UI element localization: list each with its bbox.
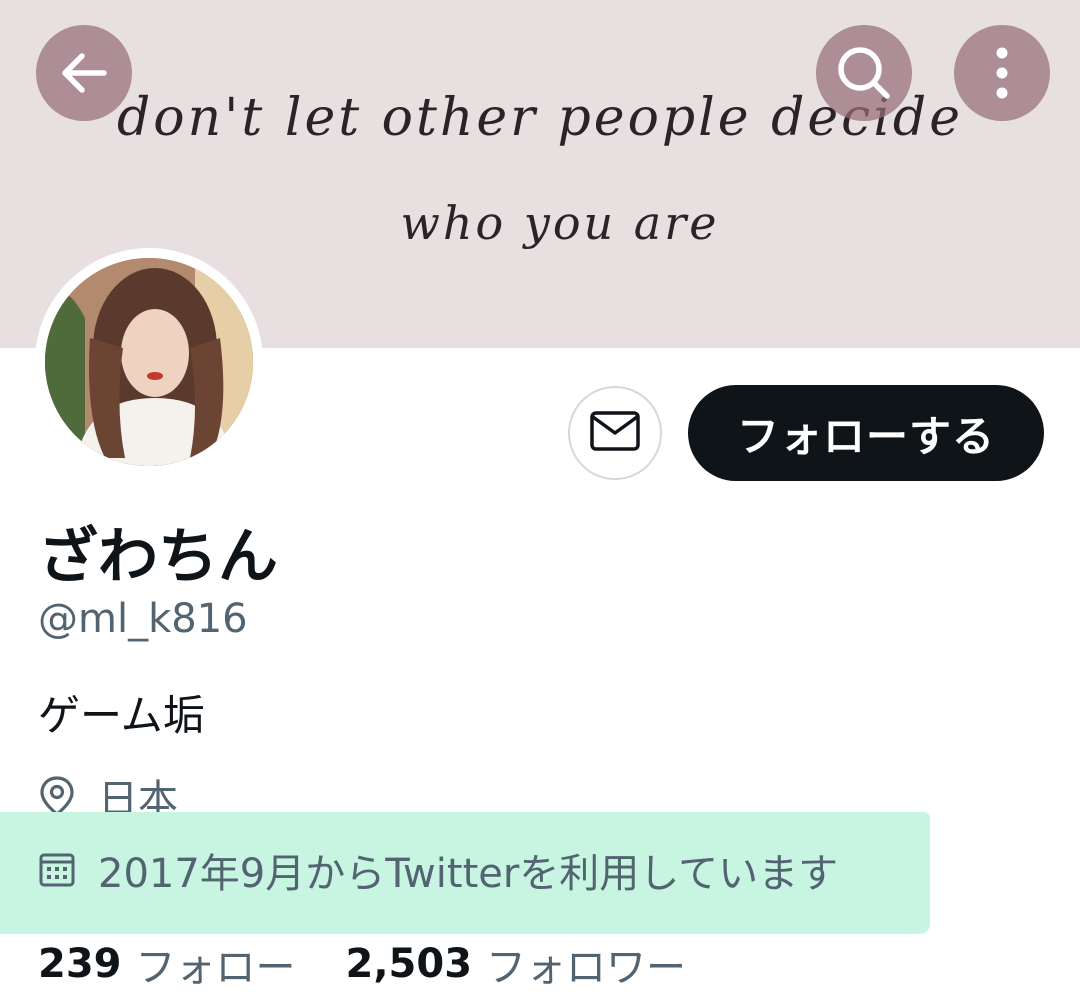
display-name: ざわちん <box>38 522 278 592</box>
follow-stats: 239 フォロー 2,503 フォロワー <box>38 936 686 992</box>
more-vertical-icon <box>992 45 1012 101</box>
more-options-button[interactable] <box>954 25 1050 121</box>
avatar[interactable] <box>35 248 263 476</box>
avatar-image <box>45 258 253 466</box>
followers-count[interactable]: 2,503 <box>346 941 473 987</box>
location-pin-icon <box>38 775 76 817</box>
following-label[interactable]: フォロー <box>136 935 296 993</box>
follow-button[interactable]: フォローする <box>688 385 1044 481</box>
arrow-left-icon <box>56 45 112 101</box>
search-button[interactable] <box>816 25 912 121</box>
joined-date: 2017年9月からTwitterを利用しています <box>38 842 838 898</box>
mail-icon <box>589 409 641 457</box>
following-count[interactable]: 239 <box>38 941 122 987</box>
banner-text-line-2: who you are <box>400 196 720 250</box>
joined-text: 2017年9月からTwitterを利用しています <box>98 851 839 897</box>
calendar-icon <box>38 851 76 889</box>
banner-text-line-1: don't let other people decide <box>117 88 963 148</box>
back-button[interactable] <box>36 25 132 121</box>
message-button[interactable] <box>568 386 662 480</box>
followers-label[interactable]: フォロワー <box>486 935 686 993</box>
search-icon <box>834 43 894 103</box>
user-handle: @ml_k816 <box>38 596 248 642</box>
profile-bio: ゲーム垢 <box>38 691 205 740</box>
